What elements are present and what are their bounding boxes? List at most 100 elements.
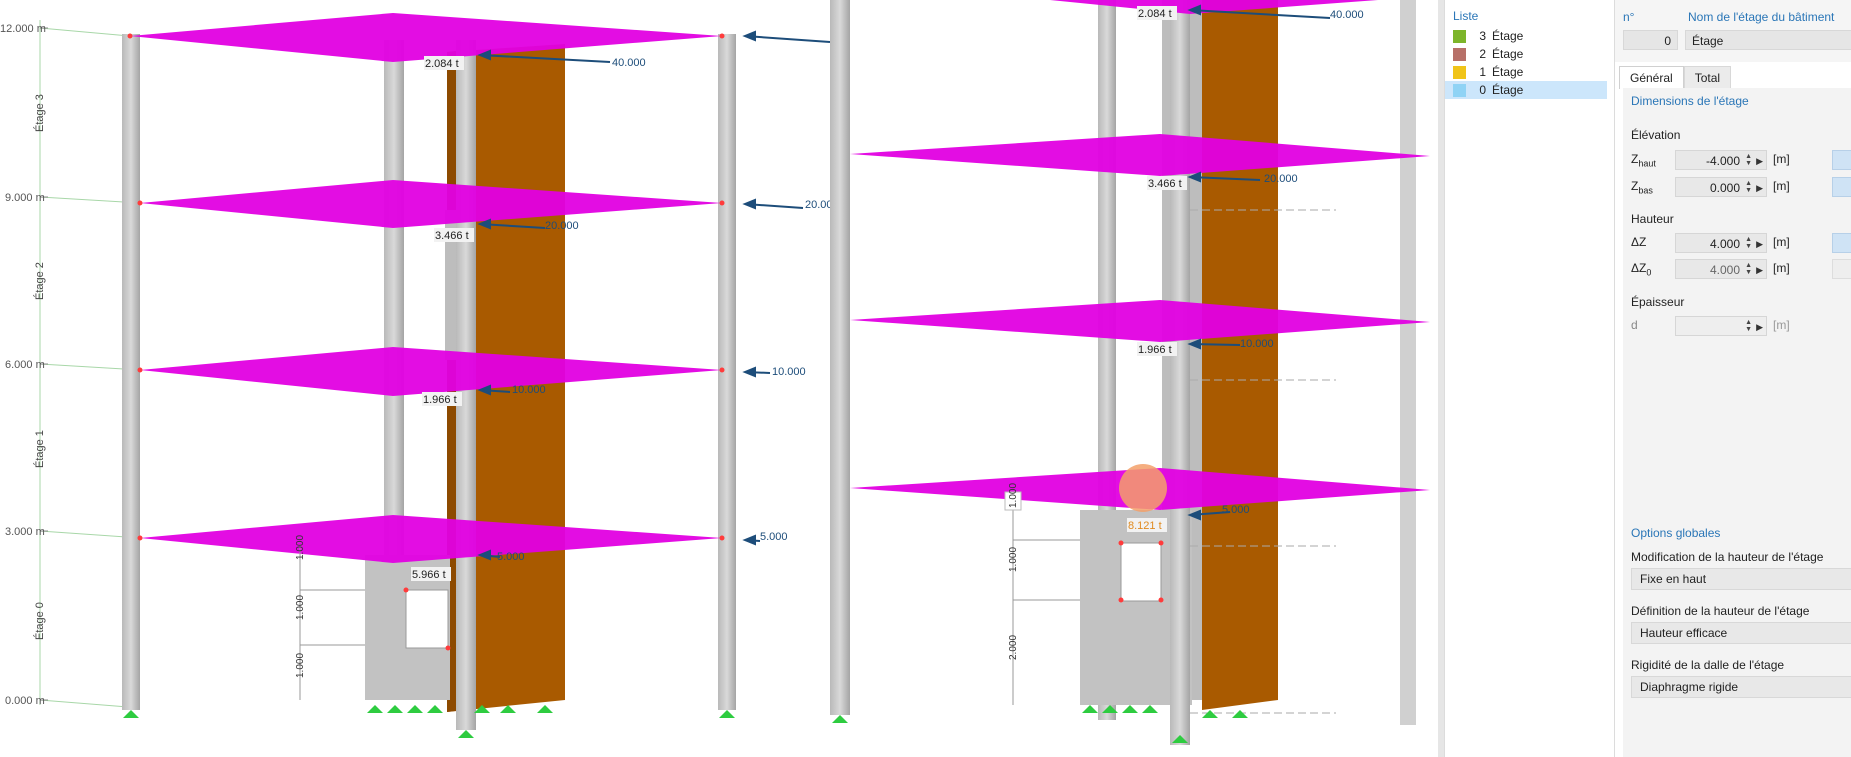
load-value: 5.000 <box>760 531 788 543</box>
load-value: 10.000 <box>1240 338 1274 350</box>
story-name-field[interactable]: Étage <box>1685 30 1851 50</box>
option-label: Rigidité de la dalle de l'étage <box>1631 658 1785 672</box>
story-label: Étage 3 <box>33 94 46 132</box>
story-name-caption: Nom de l'étage du bâtiment <box>1688 10 1835 24</box>
story-color-swatch <box>1453 84 1466 98</box>
story-number-field[interactable]: 0 <box>1623 30 1678 50</box>
pick-z-bottom-button[interactable] <box>1832 177 1851 197</box>
mass-label: 8.121 t <box>1128 520 1162 532</box>
dimension-label: 1.000 <box>295 595 306 620</box>
story-label: Étage 2 <box>33 262 46 300</box>
support-icon <box>123 705 735 738</box>
column[interactable] <box>122 34 140 710</box>
mass-label: 3.466 t <box>435 230 469 242</box>
z-bottom-input[interactable]: 0.000 ▲ ▼ ▶ <box>1675 177 1767 197</box>
dz-input[interactable]: 4.000 ▲ ▼ ▶ <box>1675 233 1767 253</box>
dimensions-section: Dimensions de l'étage Élévation Zhaut -4… <box>1623 88 1851 548</box>
z-top-label: Zhaut <box>1631 152 1656 169</box>
global-options-section: Options globales Modification de la haut… <box>1623 520 1851 757</box>
elevation-label: 6.000 m <box>5 359 45 371</box>
story-label: Étage 0 <box>33 602 46 640</box>
unit-label: [m] <box>1773 261 1790 275</box>
floor-slab[interactable] <box>850 134 1430 176</box>
elevation-label: 12.000 m <box>0 23 46 35</box>
dimension-label: 1.000 <box>295 653 306 678</box>
mass-label: 5.966 t <box>412 569 446 581</box>
floor-slab[interactable] <box>140 515 722 563</box>
story-color-swatch <box>1453 48 1466 62</box>
load-value: 40.000 <box>1330 9 1364 21</box>
unit-label: [m] <box>1773 179 1790 193</box>
z-bottom-label: Zbas <box>1631 179 1653 196</box>
story-list-item[interactable]: 2 Étage <box>1445 45 1607 63</box>
dimension-label: 2.000 <box>1008 635 1019 660</box>
unit-label: [m] <box>1773 152 1790 166</box>
height-title: Hauteur <box>1631 212 1674 226</box>
mass-label: 2.084 t <box>1138 8 1172 20</box>
story-list-panel: Liste 3 Étage 2 Étage 1 Étage 0 Étage <box>1444 0 1611 757</box>
thickness-title: Épaisseur <box>1631 295 1685 309</box>
column[interactable] <box>830 0 850 715</box>
option-label: Définition de la hauteur de l'étage <box>1631 604 1810 618</box>
tab-total[interactable]: Total <box>1683 66 1732 90</box>
load-value: 5.000 <box>1222 504 1250 516</box>
load-value: 10.000 <box>512 384 546 396</box>
elevation-title: Élévation <box>1631 128 1681 142</box>
story-color-swatch <box>1453 66 1466 80</box>
load-value: 20.000 <box>545 220 579 232</box>
pick-dz0-button <box>1832 259 1851 279</box>
option-label: Modification de la hauteur de l'étage <box>1631 550 1824 564</box>
mass-label: 1.966 t <box>423 394 457 406</box>
list-title: Liste <box>1453 9 1479 23</box>
load-value: 20.000 <box>1264 173 1298 185</box>
floor-slab[interactable] <box>140 347 722 396</box>
story-list-item[interactable]: 0 Étage <box>1445 81 1607 99</box>
thickness-input: ▲ ▼ ▶ <box>1675 316 1767 336</box>
column[interactable] <box>1170 0 1190 745</box>
dimension-label: 1.000 <box>295 535 306 560</box>
load-value: 10.000 <box>772 366 806 378</box>
pick-z-top-button[interactable] <box>1832 150 1851 170</box>
dz-label: ΔZ <box>1631 235 1647 249</box>
section-title: Options globales <box>1631 526 1721 540</box>
pick-dz-button[interactable] <box>1832 233 1851 253</box>
story-list-item[interactable]: 3 Étage <box>1445 27 1607 45</box>
story-list-item[interactable]: 1 Étage <box>1445 63 1607 81</box>
story-list: 3 Étage 2 Étage 1 Étage 0 Étage <box>1445 27 1611 99</box>
dimension-label: 1.000 <box>1008 547 1019 572</box>
story-color-swatch <box>1453 30 1466 44</box>
load-value: 20.00 <box>805 199 830 211</box>
slab-stiffness-select[interactable]: Diaphragme rigide <box>1631 676 1851 698</box>
floor-slab[interactable] <box>850 300 1430 342</box>
d-label: d <box>1631 318 1638 332</box>
floor-slab[interactable] <box>130 13 722 62</box>
story-height-definition-select[interactable]: Hauteur efficace <box>1631 622 1851 644</box>
mass-label: 3.466 t <box>1148 178 1182 190</box>
story-label: Étage 1 <box>33 430 46 468</box>
tab-bar: Général Total <box>1619 66 1732 90</box>
column[interactable] <box>1400 0 1416 725</box>
unit-label: [m] <box>1773 318 1790 332</box>
load-value: 40.000 <box>612 57 646 69</box>
tab-general[interactable]: Général <box>1619 66 1684 89</box>
z-top-input[interactable]: -4.000 ▲ ▼ ▶ <box>1675 150 1767 170</box>
model-viewport-right[interactable]: 1.000 1.000 2.000 40.000 20.000 10.000 5… <box>830 0 1438 757</box>
opening <box>1120 542 1162 602</box>
dimension-label: 1.000 <box>1008 483 1019 508</box>
dz0-input: 4.000 ▲ ▼ ▶ <box>1675 259 1767 279</box>
story-properties-panel: n° 0 Nom de l'étage du bâtiment Étage Gé… <box>1614 0 1851 757</box>
floor-slab[interactable] <box>140 180 722 228</box>
dz0-label: ΔZ0 <box>1631 261 1652 278</box>
section-title: Dimensions de l'étage <box>1631 94 1749 108</box>
number-caption: n° <box>1623 10 1635 24</box>
model-viewport-left[interactable]: 12.000 m 9.000 m 6.000 m 3.000 m 0.000 m… <box>0 0 830 757</box>
story-height-modification-select[interactable]: Fixe en haut <box>1631 568 1851 590</box>
mass-label: 2.084 t <box>425 58 459 70</box>
unit-label: [m] <box>1773 235 1790 249</box>
shear-wall[interactable] <box>1202 0 1278 710</box>
elevation-label: 3.000 m <box>5 526 45 538</box>
mass-sphere <box>1119 464 1167 512</box>
mass-label: 1.966 t <box>1138 344 1172 356</box>
elevation-label: 9.000 m <box>5 192 45 204</box>
load-value: 5.000 <box>497 551 525 563</box>
